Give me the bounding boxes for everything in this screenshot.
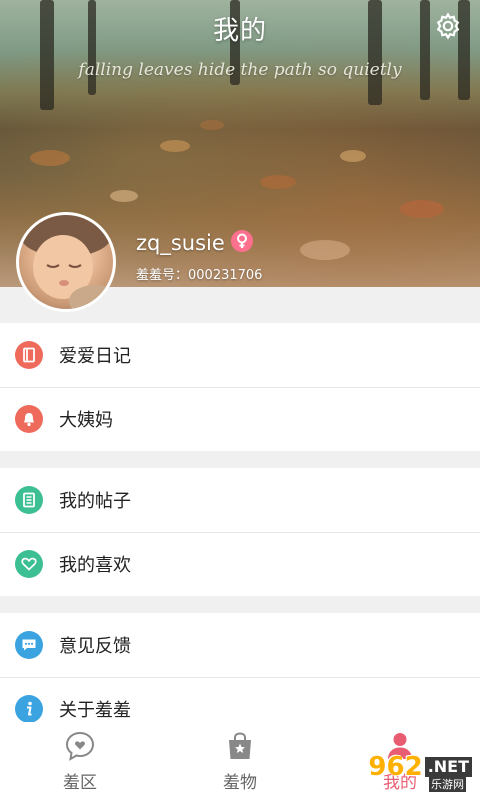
menu-item-label: 大姨妈 (59, 410, 113, 431)
leaf (260, 175, 296, 189)
watermark-number: 962 (368, 752, 423, 782)
feedback-icon (15, 631, 43, 659)
settings-button[interactable] (430, 8, 466, 44)
leaf (300, 240, 350, 260)
female-gender-icon (231, 230, 253, 252)
tab-xiuwu[interactable]: 羞物 (160, 722, 320, 800)
info-icon (15, 695, 43, 723)
chat-heart-icon (65, 731, 95, 761)
menu-item-label: 爱爱日记 (59, 346, 131, 367)
menu-item-label: 我的喜欢 (59, 555, 131, 576)
tab-xiuqu[interactable]: 羞区 (0, 722, 160, 800)
username: zq_susie (136, 231, 225, 255)
menu-item-period[interactable]: 大姨妈 (0, 387, 480, 451)
leaf (200, 120, 224, 130)
menu-group-records: 爱爱日记 大姨妈 (0, 323, 480, 451)
avatar-image (20, 215, 113, 309)
user-id: 羞羞号：000231706 (136, 268, 263, 283)
menu-item-love-diary[interactable]: 爱爱日记 (0, 323, 480, 387)
leaf (30, 150, 70, 166)
diary-icon (15, 341, 43, 369)
leaf (160, 140, 190, 152)
page-title: 我的 (212, 16, 267, 46)
menu-item-feedback[interactable]: 意见反馈 (0, 613, 480, 677)
bell-icon (15, 405, 43, 433)
watermark-site: 乐游网 (429, 776, 466, 792)
menu-item-label: 我的帖子 (59, 491, 131, 512)
menu-item-my-posts[interactable]: 我的帖子 (0, 468, 480, 532)
leaf (340, 150, 366, 162)
gear-icon (436, 12, 460, 40)
menu-group-mine: 我的帖子 我的喜欢 (0, 468, 480, 596)
menu-item-my-likes[interactable]: 我的喜欢 (0, 532, 480, 596)
header-tagline: falling leaves hide the path so quietly (78, 60, 402, 80)
leaf (400, 200, 444, 218)
shopping-bag-icon (229, 732, 251, 759)
posts-icon (15, 486, 43, 514)
tab-label: 羞区 (63, 773, 97, 793)
site-watermark: 962 .NET 乐游网 (368, 752, 472, 792)
leaf (110, 190, 138, 202)
menu-item-label: 关于羞羞 (59, 700, 131, 721)
heart-icon (15, 550, 43, 578)
avatar[interactable] (16, 212, 116, 312)
tab-label: 羞物 (223, 773, 257, 793)
watermark-suffix: .NET (424, 757, 472, 777)
menu-item-label: 意见反馈 (59, 636, 131, 657)
